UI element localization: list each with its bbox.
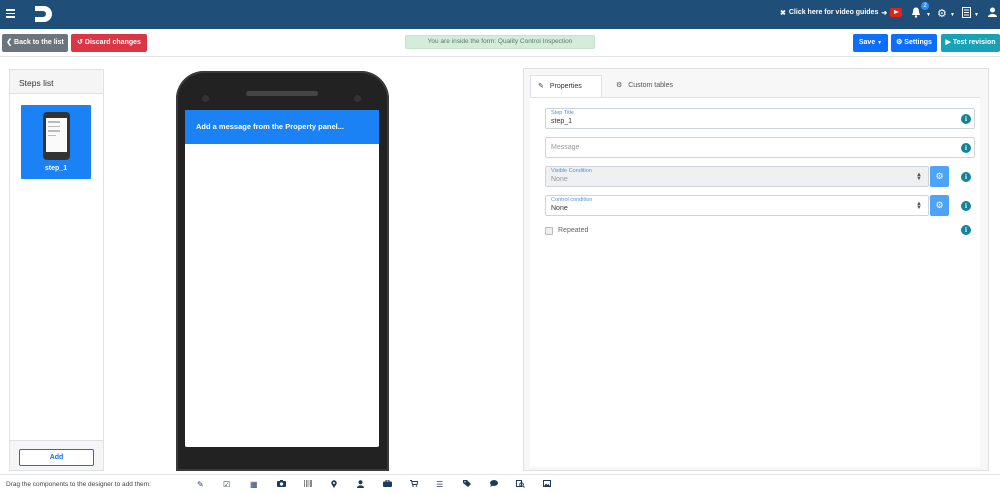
cart-icon[interactable] xyxy=(410,480,419,489)
properties-form: Step Title step_1 i Message i Visible Co… xyxy=(530,97,980,467)
components-bar: Drag the components to the designer to a… xyxy=(0,474,1000,494)
phone-preview: Add a message from the Property panel... xyxy=(176,71,389,471)
properties-panel: ✎ Properties ⚙ Custom tables Step Title … xyxy=(523,68,989,471)
info-icon[interactable]: i xyxy=(961,225,971,235)
comment-icon[interactable] xyxy=(490,480,498,489)
steps-list-title: Steps list xyxy=(10,70,103,94)
discard-changes-label: Discard changes xyxy=(84,39,141,46)
pencil-icon[interactable]: ✎ xyxy=(197,480,204,489)
step-thumbnail xyxy=(43,112,70,160)
top-navbar: ✖ Click here for video guides ➜ 2 ▼ ⚙ ▼ … xyxy=(0,0,1000,29)
arrow-right-icon: ➜ xyxy=(881,9,888,17)
step-message-banner[interactable]: Add a message from the Property panel... xyxy=(185,110,379,144)
user-icon[interactable] xyxy=(357,480,364,490)
user-icon[interactable] xyxy=(988,7,997,20)
test-revision-label: Test revision xyxy=(952,39,996,46)
info-icon[interactable]: i xyxy=(961,201,971,211)
form-info-banner: You are inside the form: Quality Control… xyxy=(405,35,595,49)
components-bar-label: Drag the components to the designer to a… xyxy=(6,481,151,488)
info-icon[interactable]: i xyxy=(961,114,971,124)
form-toolbar: ❮ Back to the list ↺ Discard changes You… xyxy=(0,29,1000,57)
video-guides-label: Click here for video guides xyxy=(788,9,879,16)
control-condition-value: None xyxy=(551,205,568,212)
steps-list-footer: Add xyxy=(10,440,103,470)
visible-condition-label: Visible Condition xyxy=(551,168,592,174)
gear-icon: ⚙ xyxy=(896,39,903,46)
repeated-checkbox[interactable] xyxy=(545,227,553,235)
cogs-icon: ⚙ xyxy=(616,82,623,89)
briefcase-icon[interactable] xyxy=(383,479,392,489)
menu-icon[interactable] xyxy=(6,9,15,18)
search-document-icon[interactable] xyxy=(516,480,525,490)
test-revision-button[interactable]: ▶ Test revision xyxy=(941,34,1000,52)
save-button[interactable]: Save ▼ xyxy=(853,34,888,52)
back-to-list-label: Back to the list xyxy=(14,39,64,46)
play-icon: ▶ xyxy=(945,39,951,46)
image-icon[interactable] xyxy=(543,480,551,489)
bell-icon[interactable] xyxy=(911,7,921,21)
chevron-down-icon: ▼ xyxy=(950,12,955,18)
tab-custom-tables[interactable]: ⚙ Custom tables xyxy=(614,75,673,97)
message-placeholder: Message xyxy=(551,144,580,151)
steps-list-panel: Steps list step_1 Add xyxy=(9,69,104,471)
tags-icon[interactable] xyxy=(463,480,471,489)
phone-screen[interactable]: Add a message from the Property panel... xyxy=(185,110,379,447)
select-arrows-icon: ▲ ▼ xyxy=(916,172,922,182)
step-title-value: step_1 xyxy=(551,118,573,125)
tab-properties[interactable]: ✎ Properties xyxy=(530,75,602,97)
chevron-down-icon: ▼ xyxy=(877,40,883,46)
barcode-icon[interactable] xyxy=(304,480,312,489)
info-icon[interactable]: i xyxy=(961,172,971,182)
control-condition-gear-button[interactable]: ⚙ xyxy=(930,195,949,216)
phone-sensor xyxy=(354,95,361,102)
notification-badge: 2 xyxy=(921,2,929,10)
camera-icon[interactable] xyxy=(277,480,286,489)
checkbox-icon[interactable]: ☑ xyxy=(223,480,230,489)
youtube-icon xyxy=(890,8,903,17)
list-icon[interactable]: ☰ xyxy=(436,480,443,489)
chevron-left-icon: ❮ xyxy=(6,39,13,46)
phone-camera xyxy=(202,95,209,102)
settings-label: Settings xyxy=(904,39,932,46)
gear-icon[interactable]: ⚙ xyxy=(937,7,947,20)
phone-speaker xyxy=(246,91,318,96)
message-field[interactable]: Message xyxy=(545,137,975,158)
settings-button[interactable]: ⚙ Settings xyxy=(891,34,937,52)
discard-changes-button[interactable]: ↺ Discard changes xyxy=(71,34,147,52)
video-guides-link[interactable]: ✖ Click here for video guides ➜ xyxy=(780,8,903,17)
step-card[interactable]: step_1 xyxy=(21,105,91,179)
tab-custom-tables-label: Custom tables xyxy=(628,82,673,89)
calendar-icon[interactable]: ▦ xyxy=(250,480,258,489)
select-arrows-icon: ▲ ▼ xyxy=(916,201,922,211)
step-title-label: Step Title xyxy=(551,110,574,116)
tab-properties-label: Properties xyxy=(549,83,582,90)
control-condition-select[interactable]: Control condition None ▲ ▼ xyxy=(545,195,929,216)
undo-icon: ↺ xyxy=(77,39,83,46)
pencil-icon: ✎ xyxy=(538,83,544,90)
visible-condition-value: None xyxy=(551,176,568,183)
app-logo[interactable] xyxy=(33,4,55,24)
map-marker-icon[interactable] xyxy=(331,480,337,490)
close-icon[interactable]: ✖ xyxy=(780,9,786,17)
step-label: step_1 xyxy=(44,165,68,172)
chevron-down-icon: ▼ xyxy=(974,12,979,18)
back-to-list-button[interactable]: ❮ Back to the list xyxy=(2,34,68,52)
info-icon[interactable]: i xyxy=(961,143,971,153)
step-title-field[interactable]: Step Title step_1 xyxy=(545,108,975,129)
control-condition-label: Control condition xyxy=(551,197,593,203)
add-step-button[interactable]: Add xyxy=(19,449,94,466)
repeated-label: Repeated xyxy=(558,227,589,234)
document-icon[interactable] xyxy=(962,7,971,21)
visible-condition-select[interactable]: Visible Condition None ▲ ▼ xyxy=(545,166,929,187)
chevron-down-icon: ▼ xyxy=(926,12,931,18)
visible-condition-gear-button[interactable]: ⚙ xyxy=(930,166,949,187)
save-label: Save xyxy=(858,39,876,46)
